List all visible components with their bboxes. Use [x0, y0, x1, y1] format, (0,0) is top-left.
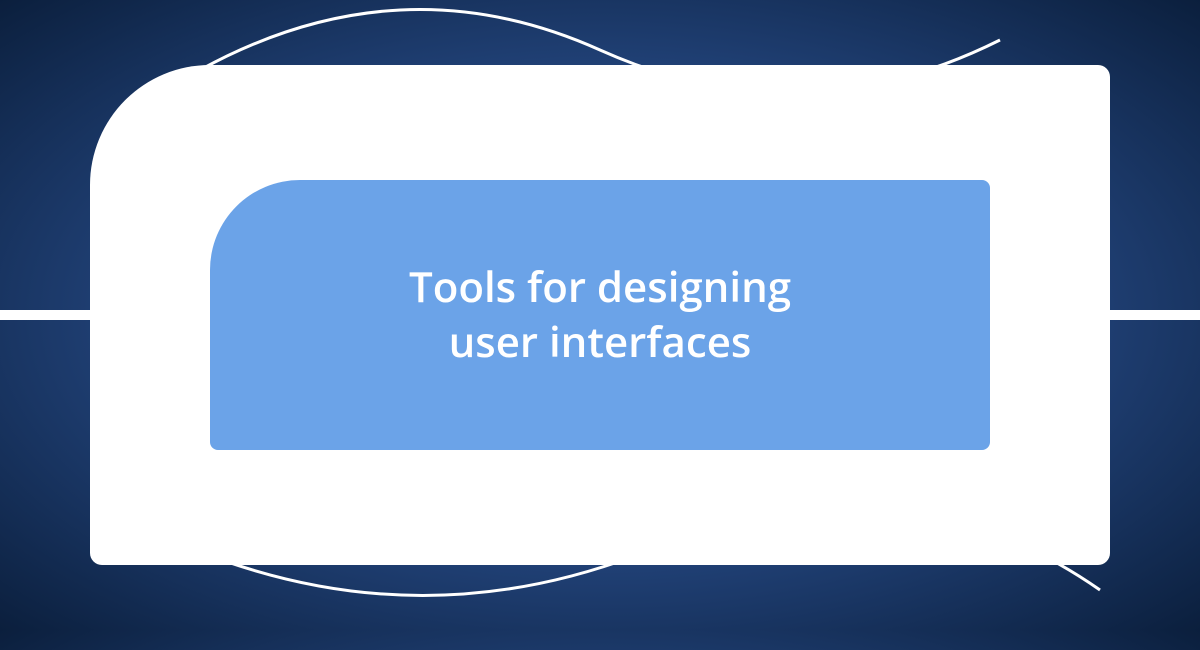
inner-card: Tools for designinguser interfaces [210, 180, 990, 450]
page-title: Tools for designinguser interfaces [409, 260, 791, 369]
